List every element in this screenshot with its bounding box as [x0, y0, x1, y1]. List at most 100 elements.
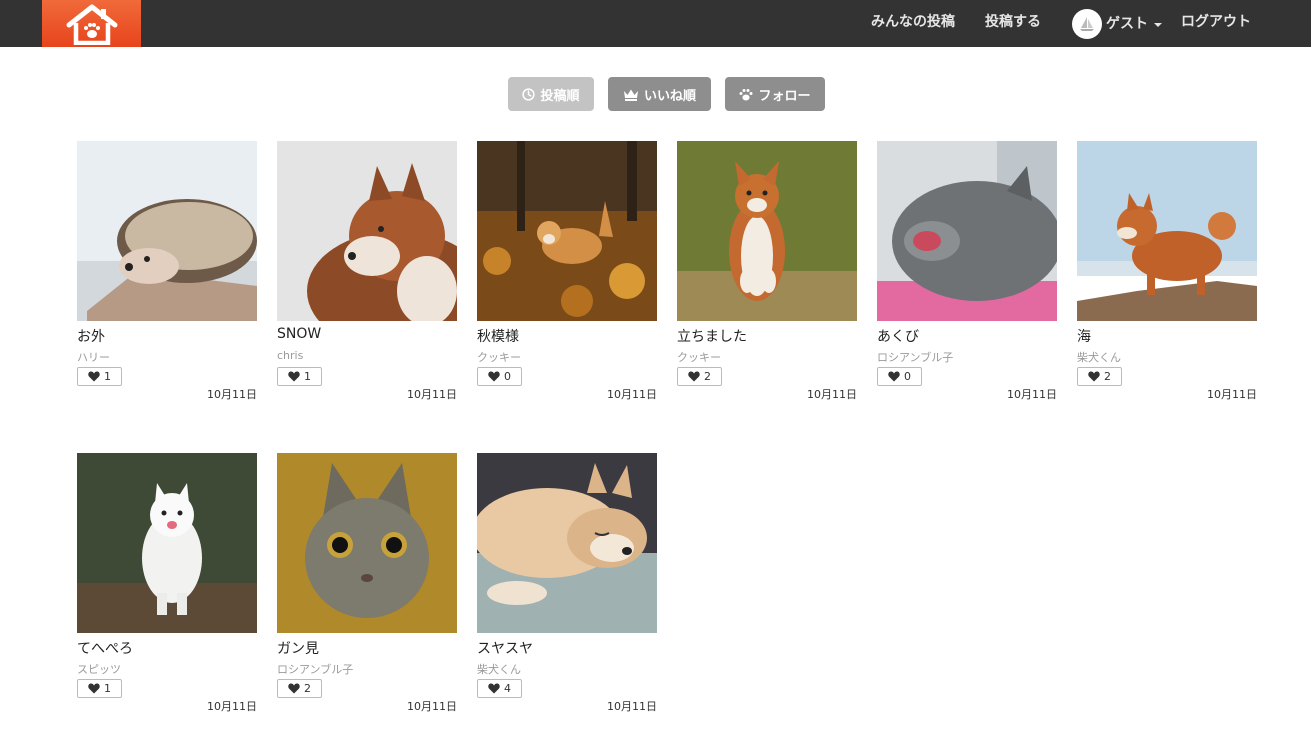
post-author[interactable]: 柴犬くん	[1077, 349, 1121, 365]
post-author[interactable]: スピッツ	[77, 661, 121, 677]
top-navbar: みんなの投稿 投稿する ゲスト ログアウト	[0, 0, 1311, 47]
post-card[interactable]: あくび ロシアンブル子 0 10月11日	[877, 141, 1057, 403]
post-author[interactable]: 柴犬くん	[477, 661, 521, 677]
post-photo[interactable]	[277, 141, 457, 321]
post-card[interactable]: スヤスヤ 柴犬くん 4 10月11日	[477, 453, 657, 715]
like-count: 2	[704, 370, 711, 383]
post-photo[interactable]	[477, 141, 657, 321]
post-title: 立ちました	[677, 329, 747, 345]
corgi-leaves-photo	[477, 141, 657, 321]
like-button[interactable]: 2	[277, 679, 322, 698]
post-author[interactable]: ロシアンブル子	[277, 661, 353, 677]
post-photo[interactable]	[77, 141, 257, 321]
like-button[interactable]: 2	[677, 367, 722, 386]
like-count: 0	[904, 370, 911, 383]
post-card[interactable]: 立ちました クッキー 2 10月11日	[677, 141, 857, 403]
paw-icon	[739, 88, 753, 100]
like-count: 1	[104, 370, 111, 383]
post-card[interactable]: てへぺろ スピッツ 1 10月11日	[77, 453, 257, 715]
like-count: 1	[304, 370, 311, 383]
post-author[interactable]: ロシアンブル子	[877, 349, 953, 365]
nav-user-menu[interactable]: ゲスト	[1072, 0, 1162, 47]
post-date: 10月11日	[607, 700, 657, 713]
post-card[interactable]: 秋模様 クッキー 0 10月11日	[477, 141, 657, 403]
like-button[interactable]: 1	[77, 679, 122, 698]
post-date: 10月11日	[1207, 388, 1257, 401]
post-title: 海	[1077, 329, 1091, 345]
like-button[interactable]: 0	[477, 367, 522, 386]
shiba-beach-photo	[1077, 141, 1257, 321]
like-count: 2	[304, 682, 311, 695]
post-author[interactable]: クッキー	[477, 349, 521, 365]
post-title: SNOW	[277, 326, 322, 342]
crown-icon	[623, 89, 638, 101]
heart-icon	[488, 683, 500, 694]
post-author[interactable]: chris	[277, 349, 303, 362]
post-photo[interactable]	[677, 141, 857, 321]
clock-icon	[522, 87, 536, 101]
like-count: 2	[1104, 370, 1111, 383]
sort-by-likes-label: いいね順	[643, 88, 696, 104]
cat-yawning-photo	[877, 141, 1057, 321]
nav-user-name: ゲスト	[1106, 15, 1148, 32]
post-title: ガン見	[277, 641, 319, 657]
post-card[interactable]: ガン見 ロシアンブル子 2 10月11日	[277, 453, 457, 715]
shiba-sleeping-photo	[477, 453, 657, 633]
heart-icon	[688, 371, 700, 382]
husky-photo	[277, 141, 457, 321]
post-photo[interactable]	[877, 141, 1057, 321]
like-button[interactable]: 4	[477, 679, 522, 698]
post-date: 10月11日	[207, 388, 257, 401]
post-date: 10月11日	[407, 700, 457, 713]
house-paw-icon	[66, 4, 117, 45]
spitz-photo	[77, 453, 257, 633]
post-photo[interactable]	[77, 453, 257, 633]
post-title: スヤスヤ	[477, 641, 533, 657]
heart-icon	[488, 371, 500, 382]
sort-by-date-label: 投稿順	[540, 88, 580, 104]
post-photo[interactable]	[1077, 141, 1257, 321]
post-title: お外	[77, 329, 105, 345]
sailboat-icon	[1080, 16, 1094, 31]
sort-by-date-button[interactable]: 投稿順	[508, 77, 594, 111]
nav-create-post[interactable]: 投稿する	[985, 0, 1041, 47]
like-button[interactable]: 2	[1077, 367, 1122, 386]
like-button[interactable]: 1	[77, 367, 122, 386]
post-date: 10月11日	[407, 388, 457, 401]
corgi-standing-photo	[677, 141, 857, 321]
post-card[interactable]: 海 柴犬くん 2 10月11日	[1077, 141, 1257, 403]
caret-down-icon	[1154, 22, 1162, 27]
cat-staring-photo	[277, 453, 457, 633]
heart-icon	[288, 683, 300, 694]
post-card[interactable]: お外 ハリー 1 10月11日	[77, 141, 257, 403]
post-photo[interactable]	[477, 453, 657, 633]
home-logo[interactable]	[42, 0, 141, 47]
nav-all-posts[interactable]: みんなの投稿	[871, 0, 955, 47]
heart-icon	[88, 683, 100, 694]
like-button[interactable]: 0	[877, 367, 922, 386]
hedgehog-photo	[77, 141, 257, 321]
like-count: 4	[504, 682, 511, 695]
like-count: 1	[104, 682, 111, 695]
post-date: 10月11日	[207, 700, 257, 713]
post-date: 10月11日	[1007, 388, 1057, 401]
heart-icon	[88, 371, 100, 382]
post-author[interactable]: クッキー	[677, 349, 721, 365]
post-date: 10月11日	[607, 388, 657, 401]
post-author[interactable]: ハリー	[77, 349, 110, 365]
like-button[interactable]: 1	[277, 367, 322, 386]
post-title: 秋模様	[477, 329, 519, 345]
like-count: 0	[504, 370, 511, 383]
post-card[interactable]: SNOW chris 1 10月11日	[277, 141, 457, 403]
follow-filter-label: フォロー	[758, 88, 811, 104]
post-photo[interactable]	[277, 453, 457, 633]
post-title: あくび	[877, 329, 919, 345]
post-date: 10月11日	[807, 388, 857, 401]
heart-icon	[288, 371, 300, 382]
follow-filter-button[interactable]: フォロー	[725, 77, 825, 111]
nav-logout[interactable]: ログアウト	[1181, 0, 1251, 47]
heart-icon	[1088, 371, 1100, 382]
avatar	[1072, 8, 1102, 39]
sort-by-likes-button[interactable]: いいね順	[608, 77, 711, 111]
post-title: てへぺろ	[77, 641, 133, 657]
